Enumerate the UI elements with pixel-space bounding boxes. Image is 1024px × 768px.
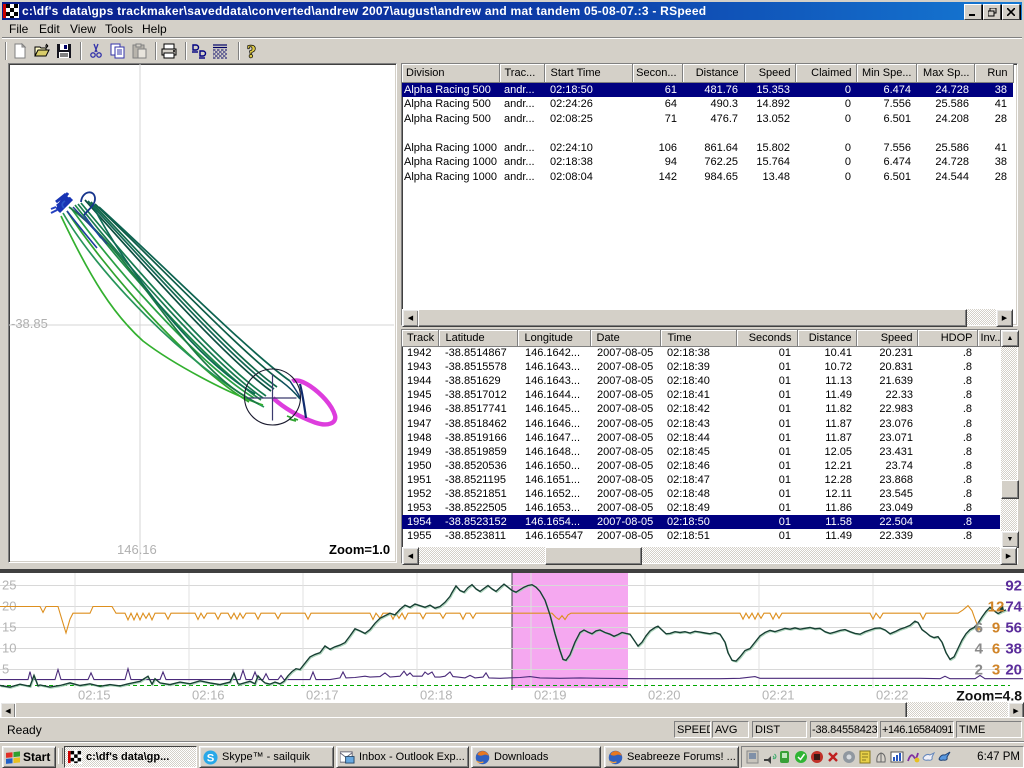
svg-text:12: 12 [988,599,1005,616]
svg-text:25: 25 [2,578,16,593]
svg-text:74: 74 [1005,599,1022,616]
svg-text:10: 10 [2,641,16,656]
svg-text:38: 38 [1005,641,1022,658]
svg-text:-38.85: -38.85 [11,316,48,331]
svg-text:2: 2 [975,662,983,679]
svg-text:56: 56 [1005,620,1022,637]
svg-text:02:20: 02:20 [648,688,681,703]
svg-text:146.16: 146.16 [117,542,157,557]
svg-text:02:15: 02:15 [78,688,111,703]
svg-text:S: S [207,752,215,764]
svg-text:5: 5 [2,662,9,677]
svg-text:?: ? [247,43,256,59]
svg-text:20: 20 [1005,662,1022,679]
svg-text:Zoom=1.0: Zoom=1.0 [329,542,390,557]
svg-text:02:18: 02:18 [420,688,453,703]
svg-text:02:22: 02:22 [876,688,909,703]
svg-text:15: 15 [2,620,16,635]
svg-text:6: 6 [992,641,1000,658]
svg-text:6: 6 [975,620,983,637]
svg-text:02:21: 02:21 [762,688,795,703]
svg-text:3: 3 [992,662,1000,679]
svg-text:02:19: 02:19 [534,688,567,703]
svg-text:02:16: 02:16 [192,688,225,703]
svg-text:92: 92 [1005,578,1022,595]
svg-text:02:17: 02:17 [306,688,339,703]
svg-text:4: 4 [975,641,984,658]
svg-text:9: 9 [992,620,1000,637]
